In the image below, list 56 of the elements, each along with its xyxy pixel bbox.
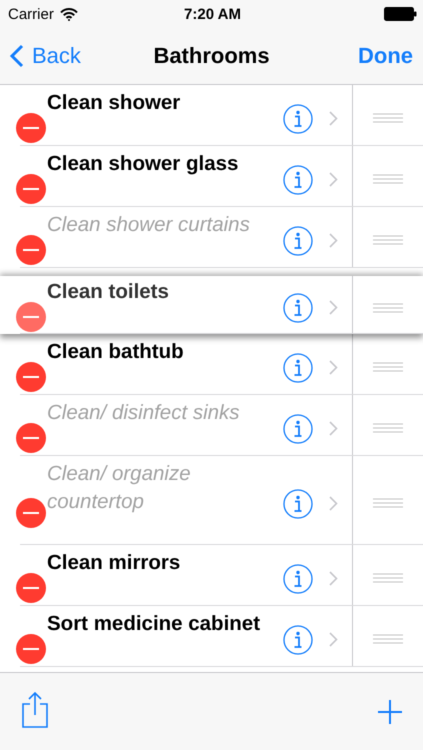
reorder-handle-icon[interactable] (373, 634, 403, 644)
info-icon[interactable] (283, 624, 313, 654)
delete-icon[interactable] (16, 498, 46, 528)
task-label: Clean bathtub (47, 339, 185, 365)
reorder-handle-icon[interactable] (373, 113, 403, 123)
delete-icon[interactable] (16, 234, 46, 264)
info-icon[interactable] (283, 293, 313, 323)
nav-title: Bathrooms (153, 43, 270, 69)
reorder-handle-icon[interactable] (373, 498, 403, 508)
info-icon[interactable] (283, 564, 313, 594)
share-icon[interactable] (21, 690, 49, 728)
delete-icon[interactable] (16, 422, 46, 452)
task-label: Sort medicine cabinet (47, 611, 262, 637)
task-label: Clean/ organize countertop (47, 461, 192, 515)
chevron-icon (329, 570, 338, 586)
info-icon[interactable] (283, 352, 313, 382)
task-label: Clean shower (47, 90, 182, 116)
delete-icon[interactable] (16, 112, 46, 142)
reorder-handle-icon[interactable] (373, 302, 403, 312)
reorder-handle-icon[interactable] (373, 573, 403, 583)
back-chevron-icon (10, 44, 24, 68)
reorder-handle-icon[interactable] (373, 423, 403, 433)
chevron-icon (329, 632, 338, 646)
info-icon[interactable] (283, 104, 313, 134)
task-label: Clean shower curtains (47, 212, 251, 238)
info-icon[interactable] (283, 488, 313, 518)
dragged-row[interactable]: Clean toilets (0, 276, 423, 334)
battery-icon (384, 7, 417, 21)
chevron-icon (329, 110, 338, 126)
reorder-handle-icon[interactable] (373, 235, 403, 245)
delete-icon[interactable] (16, 572, 46, 602)
chevron-icon (329, 300, 338, 315)
done-button[interactable]: Done (358, 43, 413, 69)
delete-icon[interactable] (16, 362, 46, 392)
info-icon[interactable] (283, 226, 313, 256)
info-icon[interactable] (283, 164, 313, 194)
chevron-icon (329, 172, 338, 186)
chevron-icon (329, 496, 338, 510)
add-icon[interactable] (377, 698, 403, 724)
carrier-name: Carrier (8, 6, 54, 22)
delete-icon[interactable] (16, 634, 46, 664)
status-time: 7:20 AM (184, 6, 241, 22)
chevron-icon (329, 420, 338, 436)
task-label: Clean toilets (47, 279, 170, 305)
reorder-handle-icon[interactable] (373, 362, 403, 372)
task-label: Clean shower glass (47, 151, 240, 177)
reorder-handle-icon[interactable] (373, 174, 403, 184)
task-label: Clean mirrors (47, 550, 182, 576)
wifi-icon (60, 8, 78, 20)
back-button[interactable]: Back (10, 43, 81, 69)
info-icon[interactable] (283, 414, 313, 444)
delete-icon[interactable] (16, 174, 46, 204)
chevron-icon (329, 232, 338, 248)
delete-icon[interactable] (16, 302, 46, 332)
chevron-icon (329, 360, 338, 374)
task-label: Clean/ disinfect sinks (47, 400, 241, 426)
